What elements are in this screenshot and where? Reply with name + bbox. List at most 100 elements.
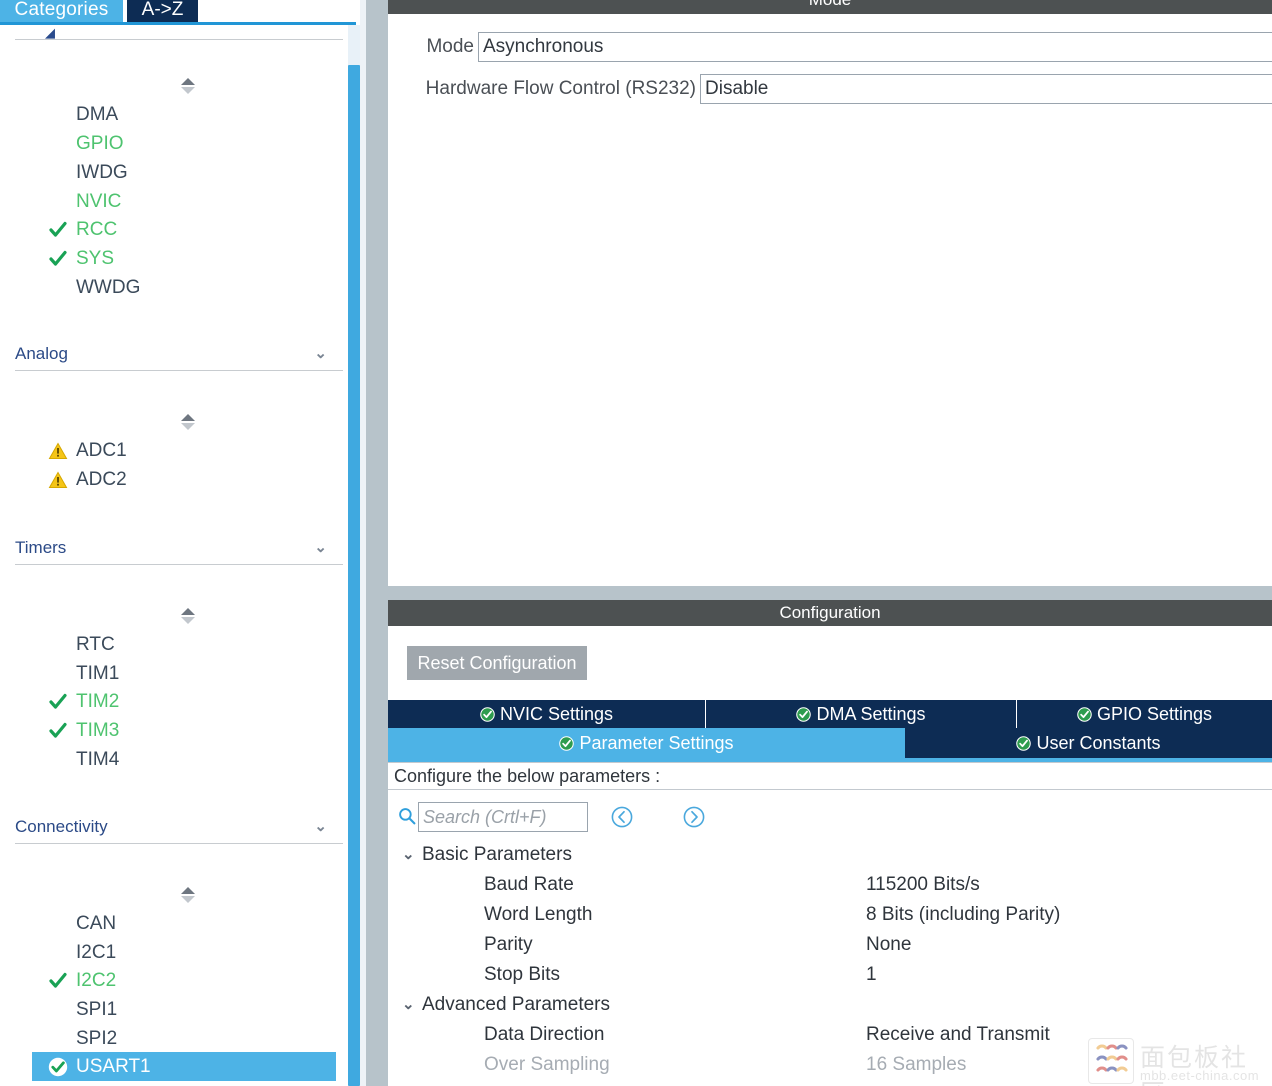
sidebar-item-nvic[interactable]: NVIC bbox=[32, 187, 348, 216]
sidebar-item-label: WWDG bbox=[76, 277, 141, 298]
parameter-value: 16 Samples bbox=[866, 1054, 967, 1075]
previous-match-button[interactable] bbox=[610, 805, 634, 829]
section-divider bbox=[15, 39, 343, 40]
section-header-timers[interactable]: Timers ⌄ bbox=[15, 533, 343, 563]
reset-configuration-label: Reset Configuration bbox=[417, 653, 577, 673]
sidebar-item-dma[interactable]: DMA bbox=[32, 100, 348, 129]
sidebar-item-wwdg[interactable]: WWDG bbox=[32, 273, 348, 302]
selected-check-circle-icon bbox=[48, 1057, 68, 1077]
tab-dma-settings[interactable]: DMA Settings bbox=[706, 700, 1017, 728]
sidebar-item-label: TIM2 bbox=[76, 691, 120, 712]
sidebar-item-rcc[interactable]: RCC bbox=[32, 215, 348, 244]
sidebar-tab-strip: Categories A->Z bbox=[0, 0, 356, 24]
tab-a-to-z[interactable]: A->Z bbox=[127, 0, 198, 22]
sidebar-item-i2c2[interactable]: I2C2 bbox=[32, 966, 348, 995]
parameter-group-basic[interactable]: ⌄ Basic Parameters bbox=[388, 840, 1272, 870]
parameter-value: 1 bbox=[866, 964, 877, 985]
warning-triangle-icon bbox=[48, 470, 68, 490]
sidebar-item-usart2[interactable]: USART2 bbox=[32, 1081, 348, 1086]
sidebar-scrollbar-thumb[interactable] bbox=[348, 65, 360, 1086]
next-match-button[interactable] bbox=[682, 805, 706, 829]
tab-status-check-icon bbox=[1016, 730, 1032, 751]
configuration-tabs-row-2: Parameter Settings User Constants bbox=[388, 728, 1272, 758]
tab-parameter-settings[interactable]: Parameter Settings bbox=[388, 728, 905, 758]
green-check-icon bbox=[48, 220, 68, 240]
sidebar-item-tim1[interactable]: TIM1 bbox=[32, 659, 348, 688]
sidebar-scroll-area: ◢ DMA GPIO IWDG NVIC RCC SYS WWDG Analog… bbox=[10, 25, 348, 1086]
parameter-group-label: Advanced Parameters bbox=[422, 994, 610, 1015]
parameter-row-baud-rate[interactable]: Baud Rate 115200 Bits/s bbox=[388, 870, 1272, 900]
search-icon bbox=[398, 807, 416, 825]
warning-triangle-icon bbox=[48, 441, 68, 461]
configuration-panel-header: Configuration bbox=[388, 600, 1272, 626]
parameter-row-parity[interactable]: Parity None bbox=[388, 930, 1272, 960]
tab-status-check-icon bbox=[796, 702, 812, 722]
sidebar-item-tim4[interactable]: TIM4 bbox=[32, 745, 348, 774]
sidebar-item-label: TIM3 bbox=[76, 720, 120, 741]
tab-status-check-icon bbox=[480, 702, 495, 722]
chevron-down-icon: ⌄ bbox=[402, 996, 415, 1013]
parameter-row-stop-bits[interactable]: Stop Bits 1 bbox=[388, 960, 1272, 990]
tab-nvic-settings[interactable]: NVIC Settings bbox=[388, 700, 706, 728]
sidebar-item-gpio[interactable]: GPIO bbox=[32, 129, 348, 158]
parameter-group-advanced[interactable]: ⌄ Advanced Parameters bbox=[388, 990, 1272, 1020]
sidebar-item-adc1[interactable]: ADC1 bbox=[32, 436, 348, 465]
tab-dma-settings-label: DMA Settings bbox=[816, 704, 926, 724]
sidebar-item-label: RCC bbox=[76, 219, 118, 240]
tab-status-check-icon bbox=[1077, 702, 1092, 722]
sidebar-item-label: SYS bbox=[76, 248, 115, 269]
tab-a-to-z-label: A->Z bbox=[141, 0, 184, 20]
green-check-icon bbox=[48, 971, 68, 991]
sidebar-item-label: GPIO bbox=[76, 133, 124, 154]
parameter-row-word-length[interactable]: Word Length 8 Bits (including Parity) bbox=[388, 900, 1272, 930]
sidebar-item-rtc[interactable]: RTC bbox=[32, 630, 348, 659]
sidebar-item-label: ADC2 bbox=[76, 469, 127, 490]
section-divider bbox=[15, 564, 343, 565]
sidebar-item-label: DMA bbox=[76, 104, 119, 125]
tab-gpio-settings[interactable]: GPIO Settings bbox=[1017, 700, 1272, 728]
section-header-analog[interactable]: Analog ⌄ bbox=[15, 339, 343, 369]
sidebar-item-label: RTC bbox=[76, 634, 115, 655]
sidebar-item-label: NVIC bbox=[76, 191, 122, 212]
sidebar-item-spi2[interactable]: SPI2 bbox=[32, 1024, 348, 1053]
tab-user-constants-label: User Constants bbox=[1036, 733, 1161, 753]
sidebar-item-label: ADC1 bbox=[76, 440, 127, 461]
section-divider bbox=[15, 843, 343, 844]
tab-nvic-settings-label: NVIC Settings bbox=[499, 704, 614, 724]
hardware-flow-control-label: Hardware Flow Control (RS232) bbox=[425, 78, 696, 99]
tab-user-constants[interactable]: User Constants bbox=[905, 728, 1272, 758]
sidebar-item-label: I2C1 bbox=[76, 942, 117, 963]
tab-parameter-settings-label: Parameter Settings bbox=[579, 733, 734, 753]
sidebar-item-tim3[interactable]: TIM3 bbox=[32, 716, 348, 745]
panel-separator-band bbox=[388, 586, 1272, 600]
sidebar-item-label: CAN bbox=[76, 913, 117, 934]
mode-combobox[interactable]: Asynchronous bbox=[478, 32, 1272, 62]
sidebar-item-spi1[interactable]: SPI1 bbox=[32, 995, 348, 1024]
search-input[interactable] bbox=[418, 802, 588, 832]
list-spinner-system-core[interactable] bbox=[178, 77, 198, 97]
chevron-down-icon: ⌄ bbox=[314, 539, 327, 556]
section-header-label: Analog bbox=[15, 344, 68, 363]
list-spinner-connectivity[interactable] bbox=[178, 886, 198, 906]
mode-panel: Mode Mode Asynchronous Hardware Flow Con… bbox=[388, 0, 1272, 586]
sidebar-item-tim2[interactable]: TIM2 bbox=[32, 687, 348, 716]
mode-panel-title: Mode bbox=[809, 0, 852, 9]
parameter-value: 115200 Bits/s bbox=[866, 874, 980, 895]
sidebar-item-iwdg[interactable]: IWDG bbox=[32, 158, 348, 187]
list-spinner-timers[interactable] bbox=[178, 607, 198, 627]
sidebar-item-label: SPI2 bbox=[76, 1028, 118, 1049]
hardware-flow-control-value: Disable bbox=[705, 78, 769, 99]
reset-configuration-button[interactable]: Reset Configuration bbox=[407, 646, 587, 680]
tab-status-check-icon bbox=[559, 730, 575, 751]
section-header-connectivity[interactable]: Connectivity ⌄ bbox=[15, 812, 343, 842]
sidebar-item-sys[interactable]: SYS bbox=[32, 244, 348, 273]
tab-categories[interactable]: Categories bbox=[0, 0, 123, 22]
sidebar-item-can[interactable]: CAN bbox=[32, 909, 348, 938]
sidebar-item-usart1[interactable]: USART1 bbox=[32, 1052, 336, 1081]
sidebar-item-i2c1[interactable]: I2C1 bbox=[32, 938, 348, 967]
sidebar-item-label: I2C2 bbox=[76, 970, 117, 991]
section-divider bbox=[15, 370, 343, 371]
list-spinner-analog[interactable] bbox=[178, 413, 198, 433]
sidebar-item-adc2[interactable]: ADC2 bbox=[32, 465, 348, 494]
hardware-flow-control-combobox[interactable]: Disable bbox=[700, 74, 1272, 104]
